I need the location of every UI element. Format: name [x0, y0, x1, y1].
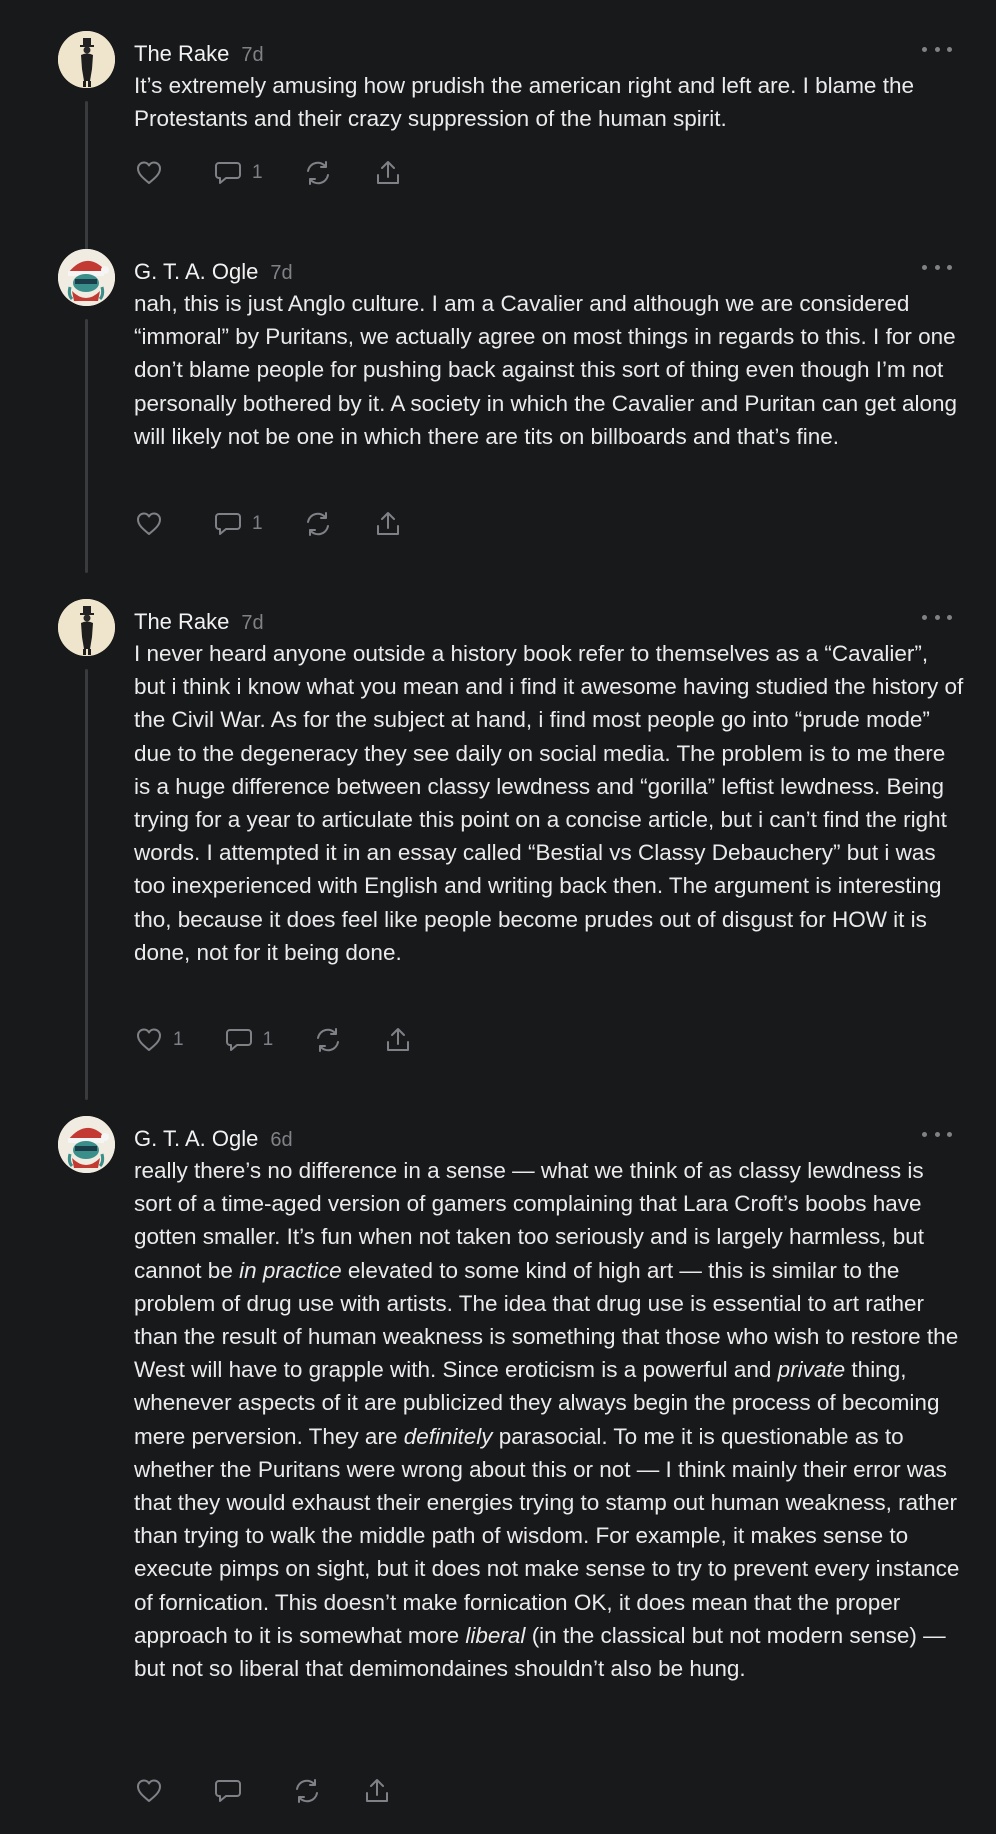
avatar[interactable]: [58, 249, 115, 306]
gentleman-silhouette-icon: [58, 31, 115, 88]
ellipsis-icon: [922, 614, 927, 620]
comment-icon: [215, 162, 241, 184]
author-name[interactable]: The Rake: [134, 41, 229, 67]
action-bar: 1: [134, 507, 443, 541]
timestamp[interactable]: 7d: [270, 262, 292, 285]
author-name[interactable]: The Rake: [134, 609, 229, 635]
action-bar: 1 1: [134, 1023, 453, 1057]
share-icon: [376, 161, 399, 184]
comment-header: G. T. A. Ogle 7d: [134, 259, 293, 287]
reply-button[interactable]: [213, 1776, 252, 1806]
heart-icon: [137, 1779, 161, 1802]
heart-icon: [137, 512, 161, 535]
comment-text: It’s extremely amusing how prudish the a…: [134, 73, 914, 132]
comment-header: The Rake 7d: [134, 41, 264, 69]
restack-button[interactable]: [303, 509, 333, 539]
comment-text: nah, this is just Anglo culture. I am a …: [134, 291, 957, 449]
comment-icon: [215, 513, 241, 535]
share-icon: [366, 1779, 388, 1802]
comment-icon: [215, 1780, 241, 1802]
restack-button[interactable]: [292, 1776, 322, 1806]
comment-text: really there’s no difference in a sense …: [134, 1154, 964, 1685]
share-button[interactable]: [373, 158, 403, 188]
italic-text: definitely: [403, 1423, 493, 1449]
avatar[interactable]: [58, 599, 115, 656]
share-button[interactable]: [373, 509, 403, 539]
ellipsis-icon: [922, 46, 927, 52]
santa-character-icon: [58, 249, 115, 306]
thread-line: [85, 101, 88, 265]
reply-button[interactable]: 1: [224, 1025, 274, 1055]
timestamp[interactable]: 7d: [241, 44, 263, 67]
restack-icon: [296, 1779, 318, 1803]
more-options-button[interactable]: [922, 1128, 952, 1140]
reply-count: 1: [262, 1029, 274, 1050]
share-icon: [387, 1028, 410, 1051]
timestamp[interactable]: 6d: [270, 1129, 292, 1152]
reply-count: 1: [252, 513, 263, 534]
italic-text: private: [777, 1357, 846, 1383]
like-button[interactable]: 1: [134, 1025, 184, 1055]
share-icon: [376, 512, 399, 535]
restack-icon: [306, 161, 329, 185]
comment-header: G. T. A. Ogle 6d: [134, 1126, 293, 1154]
comment-icon: [225, 1029, 252, 1051]
santa-character-icon: [58, 1116, 115, 1173]
restack-icon: [317, 1028, 340, 1052]
author-name[interactable]: G. T. A. Ogle: [134, 259, 258, 285]
timestamp[interactable]: 7d: [241, 612, 263, 635]
action-bar: 1: [134, 156, 443, 190]
reply-count: 1: [252, 162, 263, 183]
share-button[interactable]: [362, 1776, 392, 1806]
restack-button[interactable]: [313, 1025, 343, 1055]
thread-line: [85, 319, 88, 573]
reply-button[interactable]: 1: [213, 509, 263, 539]
comment-header: The Rake 7d: [134, 609, 264, 637]
like-button[interactable]: [134, 509, 173, 539]
ellipsis-icon: [922, 264, 927, 270]
more-options-button[interactable]: [922, 261, 952, 273]
thread-line: [85, 669, 88, 1100]
ellipsis-icon: [922, 1131, 927, 1137]
restack-button[interactable]: [303, 158, 333, 188]
action-bar: [134, 1774, 432, 1808]
italic-text: liberal: [465, 1622, 526, 1648]
reply-button[interactable]: 1: [213, 158, 263, 188]
author-name[interactable]: G. T. A. Ogle: [134, 1126, 258, 1152]
heart-icon: [137, 161, 161, 184]
heart-icon: [137, 1028, 161, 1051]
avatar[interactable]: [58, 1116, 115, 1173]
gentleman-silhouette-icon: [58, 599, 115, 656]
comment-thread: The Rake 7d It’s extremely amusing how p…: [0, 0, 996, 1834]
like-button[interactable]: [134, 1776, 173, 1806]
like-count: 1: [173, 1029, 184, 1050]
comment-text: I never heard anyone outside a history b…: [134, 641, 964, 965]
restack-icon: [306, 512, 329, 536]
text-run: parasocial. To me it is questionable as …: [134, 1423, 960, 1648]
share-button[interactable]: [383, 1025, 413, 1055]
italic-text: in practice: [239, 1257, 342, 1283]
more-options-button[interactable]: [922, 611, 952, 623]
avatar[interactable]: [58, 31, 115, 88]
like-button[interactable]: [134, 158, 173, 188]
more-options-button[interactable]: [922, 43, 952, 55]
